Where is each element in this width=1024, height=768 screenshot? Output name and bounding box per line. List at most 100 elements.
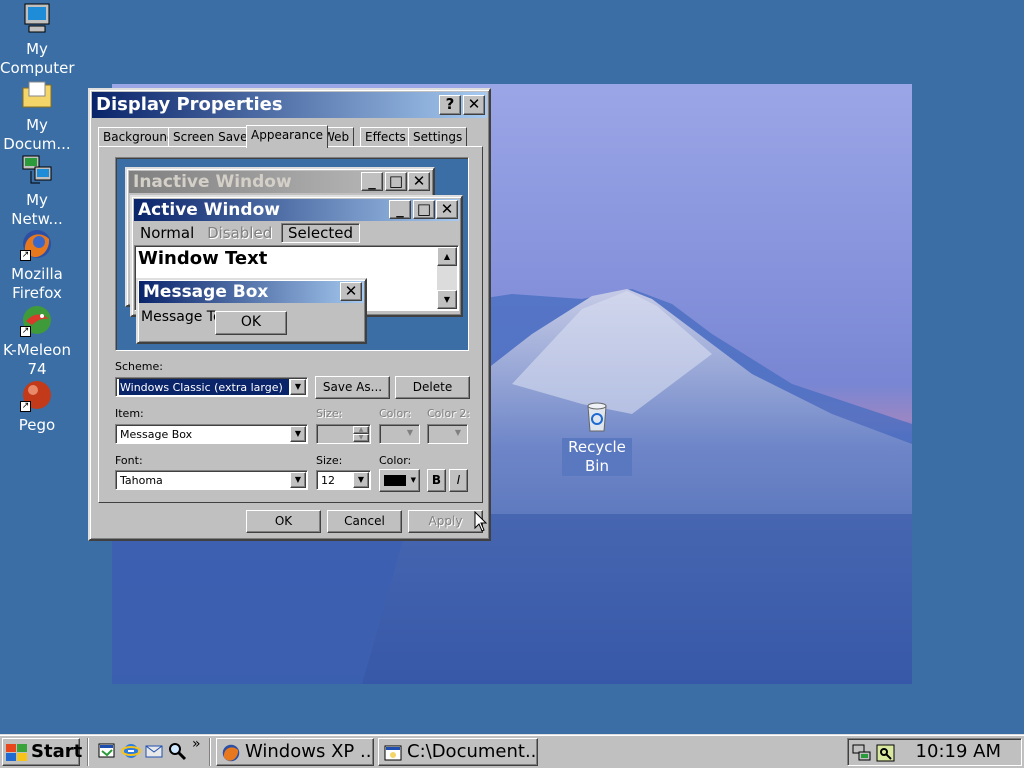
menu-selected: Selected bbox=[281, 223, 361, 243]
show-desktop-icon[interactable] bbox=[97, 741, 117, 761]
preview-window-text: Window Text bbox=[138, 248, 268, 269]
font-label: Font: bbox=[115, 454, 143, 467]
preview-active-titlebar: Active Window _ □ ✕ bbox=[134, 199, 459, 221]
desktop-icon-k-meleon[interactable]: ↗ K-Meleon 74 bbox=[0, 303, 74, 379]
network-tray-icon[interactable] bbox=[852, 743, 872, 763]
cancel-button[interactable]: Cancel bbox=[327, 510, 402, 533]
spinner-icon: ▼ bbox=[353, 434, 369, 442]
display-properties-dialog: Display Properties ? ✕ Background Screen… bbox=[88, 88, 491, 541]
network-icon bbox=[20, 153, 54, 187]
tab-appearance[interactable]: Appearance bbox=[246, 125, 329, 148]
scroll-down-icon: ▼ bbox=[437, 290, 457, 309]
chevron-down-icon[interactable]: ▼ bbox=[290, 472, 306, 488]
preview-msgbox-titlebar: Message Box ✕ bbox=[139, 281, 364, 303]
preview-message-box: Message Box ✕ Message Text OK bbox=[136, 278, 367, 344]
tab-label: Background bbox=[103, 130, 175, 144]
tab-label: Screen Saver bbox=[173, 130, 253, 144]
task-button-explorer[interactable]: C:\Document... bbox=[378, 738, 538, 766]
start-label: Start bbox=[31, 741, 83, 762]
item-size-label: Size: bbox=[316, 407, 343, 420]
tab-effects[interactable]: Effects bbox=[360, 127, 411, 147]
item-color2-picker: ▼ bbox=[427, 424, 468, 444]
font-select[interactable]: Tahoma ▼ bbox=[115, 470, 308, 490]
folder-window-icon bbox=[384, 745, 402, 761]
search-icon[interactable] bbox=[167, 741, 187, 761]
dialog-titlebar[interactable]: Display Properties ? ✕ bbox=[92, 92, 487, 118]
firefox-icon bbox=[222, 744, 240, 762]
help-button[interactable]: ? bbox=[439, 95, 461, 115]
windows-logo-icon bbox=[6, 744, 27, 761]
font-size-label: Size: bbox=[316, 454, 343, 467]
task-label: Windows XP ... bbox=[245, 741, 374, 762]
chevron-down-icon[interactable]: ▼ bbox=[290, 426, 306, 442]
desktop-icon-pego[interactable]: ↗ Pego bbox=[0, 378, 74, 435]
dialog-title: Display Properties bbox=[96, 94, 283, 115]
taskbar: Start » Windows XP ... C:\Document... 10… bbox=[0, 734, 1024, 768]
scheme-preview: Inactive Window _ □ ✕ Active Window _ □ … bbox=[115, 157, 469, 351]
scheme-label: Scheme: bbox=[115, 360, 163, 373]
menu-normal: Normal bbox=[140, 224, 195, 242]
item-color-picker: ▼ bbox=[379, 424, 420, 444]
font-size-select[interactable]: 12 ▼ bbox=[316, 470, 371, 490]
chevron-down-icon: ▼ bbox=[454, 428, 462, 437]
delete-button[interactable]: Delete bbox=[395, 376, 470, 399]
tab-strip: Background Screen Saver Appearance Web E… bbox=[98, 125, 478, 148]
chevron-down-icon[interactable]: ▼ bbox=[353, 472, 369, 488]
task-label: C:\Document... bbox=[407, 741, 538, 762]
item-size-spinner: ▲ ▼ bbox=[316, 424, 371, 444]
shortcut-arrow-icon: ↗ bbox=[20, 401, 31, 412]
desktop-icon-my-documents[interactable]: My Docum... bbox=[0, 78, 74, 154]
bold-button[interactable]: B bbox=[427, 469, 446, 492]
desktop-icon-my-network[interactable]: My Netw... bbox=[0, 153, 74, 229]
item-label: Item: bbox=[115, 407, 144, 420]
close-icon: ✕ bbox=[340, 282, 362, 301]
shortcut-arrow-icon: ↗ bbox=[20, 250, 31, 261]
tab-label: Appearance bbox=[251, 128, 324, 142]
maximize-icon: □ bbox=[413, 200, 435, 219]
spinner-icon: ▲ bbox=[353, 426, 369, 434]
preview-scrollbar: ▲ ▼ bbox=[437, 247, 457, 309]
apply-button[interactable]: Apply bbox=[408, 510, 483, 533]
minimize-icon: _ bbox=[361, 172, 383, 191]
taskbar-separator bbox=[209, 738, 211, 766]
close-icon: ✕ bbox=[436, 200, 458, 219]
minimize-icon: _ bbox=[389, 200, 411, 219]
close-icon: ✕ bbox=[408, 172, 430, 191]
quicklaunch-chevron[interactable]: » bbox=[192, 736, 201, 752]
appearance-tab-page: Inactive Window _ □ ✕ Active Window _ □ … bbox=[98, 146, 483, 503]
font-color-label: Color: bbox=[379, 454, 412, 467]
taskbar-separator bbox=[87, 738, 89, 766]
close-button[interactable]: ✕ bbox=[463, 95, 485, 115]
font-color-button[interactable]: ▼ bbox=[379, 469, 420, 492]
scroll-up-icon: ▲ bbox=[437, 247, 457, 266]
desktop-icon-firefox[interactable]: ↗ Mozilla Firefox bbox=[0, 227, 74, 303]
firefox-icon: ↗ bbox=[20, 227, 54, 261]
scheme-select[interactable]: Windows Classic (extra large) ▼ bbox=[115, 377, 308, 397]
start-button[interactable]: Start bbox=[2, 738, 83, 766]
preview-inactive-titlebar: Inactive Window _ □ ✕ bbox=[129, 171, 431, 193]
desktop-icon-my-computer[interactable]: My Computer bbox=[0, 2, 75, 78]
desktop-icon-recycle-bin[interactable]: Recycle Bin bbox=[562, 400, 632, 476]
tab-label: Effects bbox=[365, 130, 406, 144]
preview-menu-bar: Normal Disabled Selected bbox=[134, 223, 361, 243]
system-tray: 10:19 AM bbox=[847, 738, 1022, 766]
pego-icon: ↗ bbox=[20, 378, 54, 412]
chevron-down-icon: ▼ bbox=[406, 428, 414, 437]
preview-active-title: Active Window bbox=[138, 200, 280, 220]
key-tray-icon[interactable] bbox=[876, 743, 896, 763]
preview-msgbox-title: Message Box bbox=[143, 282, 269, 302]
kmeleon-icon: ↗ bbox=[20, 303, 54, 337]
mouse-pointer-icon bbox=[474, 511, 488, 532]
ie-icon[interactable] bbox=[121, 741, 141, 761]
tab-label: Settings bbox=[413, 130, 463, 144]
italic-button[interactable]: I bbox=[449, 469, 468, 492]
tab-settings[interactable]: Settings bbox=[408, 127, 468, 147]
outlook-icon[interactable] bbox=[144, 741, 164, 761]
tab-screen-saver[interactable]: Screen Saver bbox=[168, 127, 258, 147]
save-as-button[interactable]: Save As... bbox=[315, 376, 390, 399]
clock[interactable]: 10:19 AM bbox=[916, 739, 1001, 765]
chevron-down-icon[interactable]: ▼ bbox=[290, 379, 306, 395]
ok-button[interactable]: OK bbox=[246, 510, 321, 533]
task-button-firefox[interactable]: Windows XP ... bbox=[216, 738, 374, 766]
item-select[interactable]: Message Box ▼ bbox=[115, 424, 308, 444]
